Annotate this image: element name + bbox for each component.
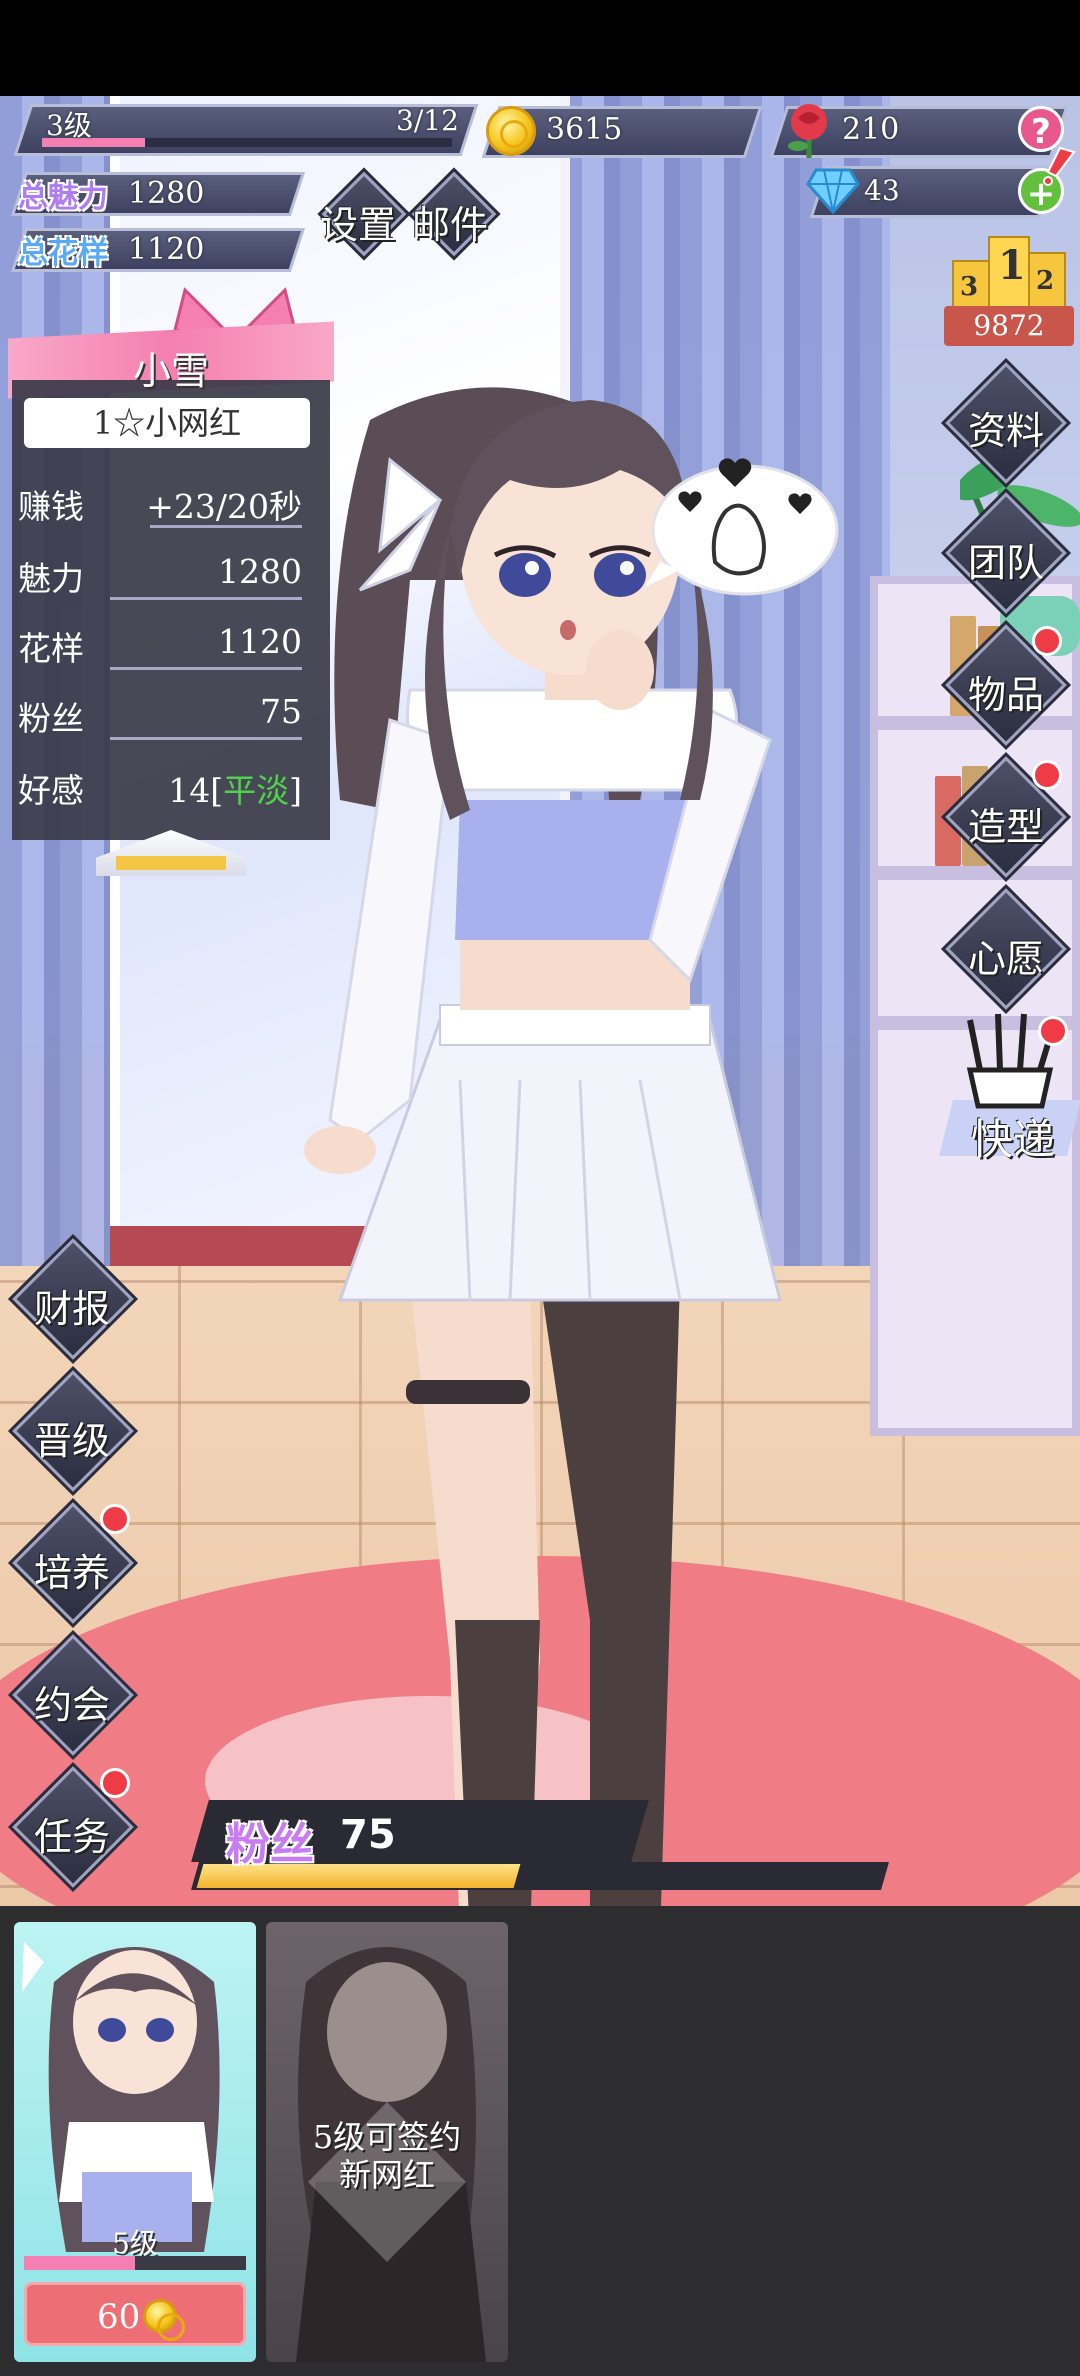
diamond-icon bbox=[806, 168, 860, 215]
rank-score: 9872 bbox=[944, 306, 1074, 346]
level-text: 3级 bbox=[46, 109, 92, 142]
items-button[interactable]: 物品 bbox=[966, 664, 1046, 719]
tasks-notification-dot bbox=[100, 1768, 130, 1798]
stat-label: 花样 bbox=[18, 629, 84, 668]
stat-row-fans: 粉丝 75 bbox=[10, 684, 310, 740]
level-progress-text: 3/12 bbox=[396, 104, 459, 137]
stat-row-charm: 魅力 1280 bbox=[10, 544, 310, 600]
wish-button[interactable]: 心愿 bbox=[966, 928, 1046, 983]
train-notification-dot bbox=[100, 1504, 130, 1534]
collapse-arrow-icon bbox=[116, 856, 226, 870]
total-charm-value: 1280 bbox=[128, 176, 205, 211]
mail-button[interactable]: 邮件 bbox=[412, 194, 488, 249]
upgrade-price-button[interactable]: 60 bbox=[24, 2282, 246, 2346]
stat-label: 好感 bbox=[18, 771, 84, 810]
items-notification-dot bbox=[1032, 626, 1062, 656]
train-button[interactable]: 培养 bbox=[32, 1542, 112, 1597]
styling-notification-dot bbox=[1032, 760, 1062, 790]
fans-label: 粉丝 bbox=[226, 1819, 314, 1870]
alert-icon bbox=[1043, 146, 1076, 186]
finger-heart-speech-bubble bbox=[645, 458, 839, 596]
podium-first-label: 1 bbox=[998, 242, 1026, 289]
stat-row-earn: 赚钱 +23/20秒 bbox=[10, 472, 310, 528]
profile-button[interactable]: 资料 bbox=[966, 400, 1046, 455]
promote-button[interactable]: 晋级 bbox=[32, 1410, 112, 1465]
character-title: 1☆小网红 bbox=[24, 398, 310, 448]
stat-value: +23/20秒 bbox=[146, 487, 302, 526]
stat-row-style: 花样 1120 bbox=[10, 614, 310, 670]
rose-count: 210 bbox=[842, 112, 900, 147]
shelf-board bbox=[870, 866, 1080, 880]
stat-value: 75 bbox=[260, 692, 302, 731]
stat-value: 14[平淡] bbox=[168, 764, 302, 812]
stat-value: 1280 bbox=[218, 552, 302, 591]
character-portrait bbox=[22, 1942, 220, 2252]
stat-label: 赚钱 bbox=[18, 487, 84, 526]
podium-third-label: 3 bbox=[960, 272, 979, 302]
card-level-track bbox=[24, 2256, 246, 2270]
stat-value: 1120 bbox=[218, 622, 302, 661]
coin-icon bbox=[143, 2299, 185, 2341]
rose-icon bbox=[788, 104, 827, 158]
stat-row-affection: 好感 14[平淡] bbox=[10, 756, 310, 812]
stat-label: 魅力 bbox=[18, 559, 84, 598]
locked-character-card[interactable]: 5级可签约 新网红 bbox=[266, 1922, 508, 2362]
styling-button[interactable]: 造型 bbox=[966, 796, 1046, 851]
team-button[interactable]: 团队 bbox=[966, 532, 1046, 587]
settings-button[interactable]: 设置 bbox=[320, 194, 396, 249]
stat-label: 粉丝 bbox=[18, 699, 84, 738]
fans-value: 75 bbox=[340, 1812, 396, 1858]
delivery-notification-dot bbox=[1038, 1016, 1068, 1046]
finance-button[interactable]: 财报 bbox=[32, 1278, 112, 1333]
delivery-button[interactable]: 快递 bbox=[958, 1106, 1068, 1167]
ranking-button[interactable]: 3 1 2 9872 bbox=[944, 232, 1074, 350]
coin-count: 3615 bbox=[546, 112, 623, 147]
diamond-count: 43 bbox=[864, 174, 900, 207]
locked-card-line1: 5级可签约 bbox=[312, 2118, 462, 2156]
affection-mood: 平淡 bbox=[223, 771, 290, 810]
character-card-xiaoxue[interactable]: 5级 60 bbox=[14, 1922, 256, 2362]
tasks-button[interactable]: 任务 bbox=[32, 1806, 112, 1861]
locked-card-line2: 新网红 bbox=[338, 2156, 435, 2194]
character-name: 小雪 bbox=[132, 349, 209, 393]
total-charm-label: 总魅力 bbox=[18, 180, 108, 215]
coin-icon bbox=[486, 106, 536, 156]
affection-suffix: ] bbox=[289, 771, 302, 810]
affection-value: 14[ bbox=[168, 771, 224, 810]
date-button[interactable]: 约会 bbox=[32, 1674, 112, 1729]
card-level-fill bbox=[24, 2256, 135, 2270]
total-style-label: 总花样 bbox=[18, 236, 108, 271]
podium-second-label: 2 bbox=[1036, 266, 1055, 296]
price-value: 60 bbox=[97, 2297, 141, 2337]
locked-card-text: 5级可签约 新网红 bbox=[266, 2118, 508, 2194]
total-style-value: 1120 bbox=[128, 232, 205, 267]
